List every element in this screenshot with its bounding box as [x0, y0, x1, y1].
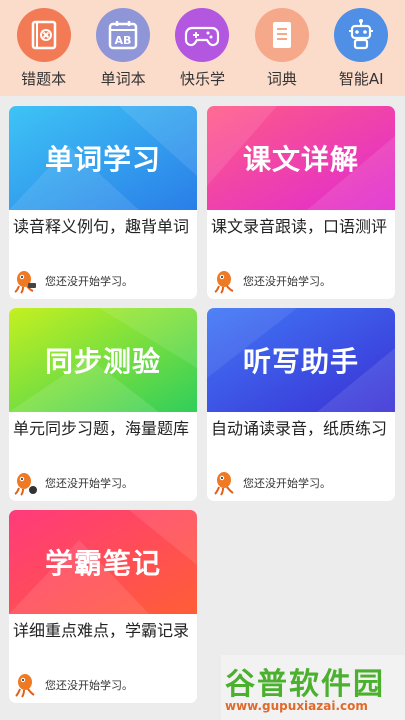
card-sync-test[interactable]: 同步测验 单元同步习题，海量题库 您还没开始学习。 — [9, 308, 197, 501]
card-title: 同步测验 — [44, 345, 161, 378]
card-banner: 学霸笔记 — [9, 510, 197, 614]
card-banner: 同步测验 — [9, 308, 197, 412]
card-status-text: 您还没开始学习。 — [243, 477, 331, 490]
card-title: 听写助手 — [242, 345, 359, 378]
card-top-notes[interactable]: 学霸笔记 详细重点难点，学霸记录 您还没开始学习。 — [9, 510, 197, 703]
robot-icon — [334, 8, 389, 62]
watermark: 谷普软件园 www.gupuxiazai.com — [221, 655, 405, 720]
svg-text:AB: AB — [115, 34, 132, 47]
card-title: 课文详解 — [242, 143, 359, 176]
card-description: 详细重点难点，学霸记录 — [13, 621, 190, 640]
nav-label: 智能AI — [338, 70, 384, 88]
nav-label: 单词本 — [100, 70, 146, 88]
mascot-icon — [14, 271, 36, 294]
nav-label: 词典 — [266, 70, 297, 88]
card-word-study[interactable]: 单词学习 读音释义例句，趣背单词 您还没开始学习。 — [9, 106, 197, 299]
book-icon — [254, 8, 309, 62]
nav-label: 快乐学 — [179, 70, 225, 88]
mascot-icon — [214, 472, 234, 496]
watermark-url: www.gupuxiazai.com — [225, 699, 368, 713]
card-title: 学霸笔记 — [44, 547, 161, 580]
card-status-text: 您还没开始学习。 — [243, 275, 331, 288]
card-description: 读音释义例句，趣背单词 — [13, 217, 190, 236]
nav-label: 错题本 — [21, 70, 67, 88]
card-description: 课文录音跟读，口语测评 — [211, 217, 388, 236]
card-status: 您还没开始学习。 — [13, 268, 133, 294]
mascot-icon — [214, 271, 234, 294]
mascot-icon — [15, 674, 35, 698]
card-banner: 课文详解 — [207, 106, 395, 210]
card-status: 您还没开始学习。 — [13, 672, 133, 698]
card-banner: 听写助手 — [207, 308, 395, 412]
top-nav: 错题本 AB 单词本 快乐学 词典 智能AI — [0, 0, 405, 96]
card-banner: 单词学习 — [9, 106, 197, 210]
card-status: 您还没开始学习。 — [211, 268, 331, 294]
card-status-text: 您还没开始学习。 — [45, 679, 133, 692]
card-title: 单词学习 — [44, 143, 161, 176]
nav-item-ai[interactable]: 智能AI — [325, 0, 397, 96]
card-status: 您还没开始学习。 — [13, 470, 133, 496]
mascot-icon — [14, 473, 37, 496]
gamepad-icon — [175, 8, 230, 62]
nav-item-happy-learn[interactable]: 快乐学 — [166, 0, 238, 96]
card-status: 您还没开始学习。 — [211, 470, 331, 496]
nav-item-wordbook[interactable]: AB 单词本 — [87, 0, 159, 96]
card-status-text: 您还没开始学习。 — [45, 275, 133, 288]
card-text-explain[interactable]: 课文详解 课文录音跟读，口语测评 您还没开始学习。 — [207, 106, 395, 299]
card-description: 单元同步习题，海量题库 — [13, 419, 190, 438]
card-status-text: 您还没开始学习。 — [45, 477, 133, 490]
card-dictation[interactable]: 听写助手 自动诵读录音，纸质练习 您还没开始学习。 — [207, 308, 395, 501]
nav-item-dictionary[interactable]: 词典 — [246, 0, 318, 96]
watermark-brand: 谷普软件园 — [225, 667, 385, 702]
card-description: 自动诵读录音，纸质练习 — [211, 419, 388, 438]
calendar-ab-icon: AB — [96, 8, 151, 62]
nav-item-mistakes[interactable]: 错题本 — [8, 0, 80, 96]
notebook-icon — [16, 8, 71, 62]
